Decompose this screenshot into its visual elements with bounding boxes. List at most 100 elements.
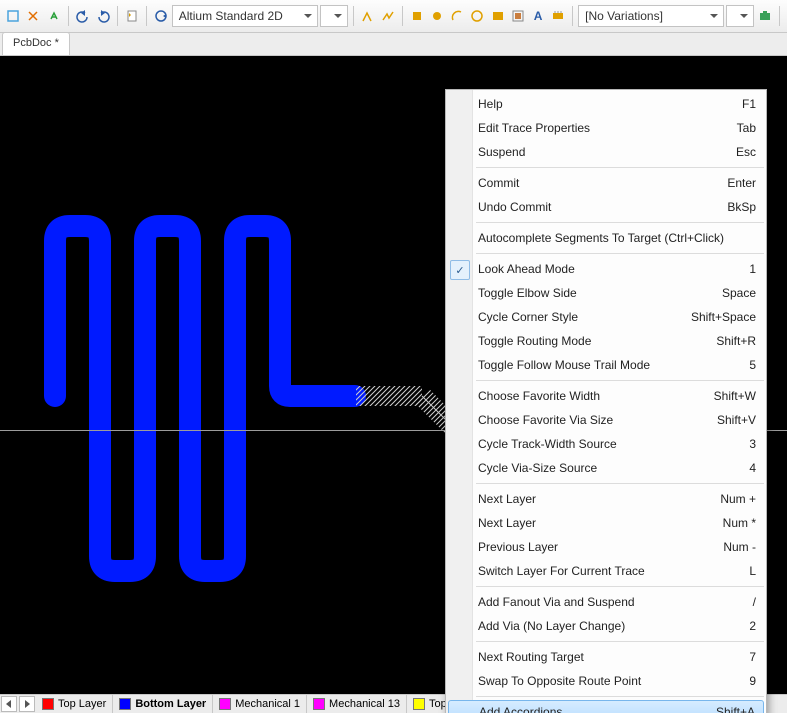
- menu-item-label: Switch Layer For Current Trace: [478, 564, 739, 578]
- menu-item[interactable]: Add AccordionsShift+A: [448, 700, 764, 713]
- layer-tab[interactable]: Mechanical 13: [307, 695, 407, 713]
- layer-tab[interactable]: Bottom Layer: [113, 695, 213, 713]
- pad-icon[interactable]: [408, 4, 426, 28]
- tool-icon[interactable]: [44, 4, 62, 28]
- variations-arrow[interactable]: [726, 5, 754, 27]
- document-tab[interactable]: PcbDoc *: [2, 32, 70, 55]
- menu-item-accelerator: 1: [739, 262, 756, 276]
- menu-item[interactable]: Next Routing Target7: [446, 645, 766, 669]
- main-toolbar: Altium Standard 2D A [No Variations]: [0, 0, 787, 33]
- routing-context-menu: HelpF1Edit Trace PropertiesTabSuspendEsc…: [445, 89, 767, 713]
- menu-item-label: Cycle Via-Size Source: [478, 461, 739, 475]
- menu-item[interactable]: Toggle Follow Mouse Trail Mode5: [446, 353, 766, 377]
- fill-icon[interactable]: [468, 4, 486, 28]
- region-icon[interactable]: [489, 4, 507, 28]
- menu-item-accelerator: L: [739, 564, 756, 578]
- via-icon[interactable]: [428, 4, 446, 28]
- menu-item-label: Cycle Corner Style: [478, 310, 681, 324]
- menu-item[interactable]: Next LayerNum +: [446, 487, 766, 511]
- menu-item-accelerator: Shift+V: [707, 413, 756, 427]
- menu-item[interactable]: Add Via (No Layer Change)2: [446, 614, 766, 638]
- layer-nav-next[interactable]: [19, 696, 35, 712]
- script-icon[interactable]: [123, 4, 141, 28]
- menu-item-accelerator: Tab: [727, 121, 756, 135]
- menu-item-accelerator: 7: [739, 650, 756, 664]
- redo-icon[interactable]: [94, 4, 112, 28]
- menu-item[interactable]: Cycle Track-Width Source3: [446, 432, 766, 456]
- tool-icon[interactable]: [4, 4, 22, 28]
- menu-item-accelerator: 4: [739, 461, 756, 475]
- menu-item[interactable]: Previous LayerNum -: [446, 535, 766, 559]
- layout-mode-dropdown[interactable]: Altium Standard 2D: [172, 5, 318, 27]
- menu-item-accelerator: Shift+A: [706, 705, 755, 713]
- menu-separator: [476, 483, 764, 484]
- menu-item-accelerator: Esc: [726, 145, 756, 159]
- menu-item[interactable]: Swap To Opposite Route Point9: [446, 669, 766, 693]
- layer-tab[interactable]: Top Layer: [36, 695, 113, 713]
- menu-item-label: Next Layer: [478, 516, 713, 530]
- layer-nav-prev[interactable]: [1, 696, 17, 712]
- menu-item-label: Cycle Track-Width Source: [478, 437, 739, 451]
- menu-item-accelerator: BkSp: [717, 200, 756, 214]
- tool-icon[interactable]: [24, 4, 42, 28]
- variations-dropdown[interactable]: [No Variations]: [578, 5, 724, 27]
- menu-item[interactable]: Cycle Corner StyleShift+Space: [446, 305, 766, 329]
- menu-item-label: Add Fanout Via and Suspend: [478, 595, 743, 609]
- text-icon[interactable]: A: [529, 4, 547, 28]
- menu-item-label: Toggle Follow Mouse Trail Mode: [478, 358, 739, 372]
- menu-item[interactable]: Choose Favorite Via SizeShift+V: [446, 408, 766, 432]
- menu-item[interactable]: CommitEnter: [446, 171, 766, 195]
- layer-swatch-icon: [313, 698, 325, 710]
- menu-item[interactable]: HelpF1: [446, 92, 766, 116]
- menu-item[interactable]: Edit Trace PropertiesTab: [446, 116, 766, 140]
- toolbar-separator: [402, 6, 403, 26]
- check-icon: ✓: [450, 260, 470, 280]
- menu-item[interactable]: ✓Look Ahead Mode1: [446, 257, 766, 281]
- layer-tab-label: Mechanical 1: [235, 698, 300, 710]
- toolbar-separator: [779, 6, 780, 26]
- arc-icon[interactable]: [448, 4, 466, 28]
- toolbar-separator: [572, 6, 573, 26]
- menu-item[interactable]: Choose Favorite WidthShift+W: [446, 384, 766, 408]
- document-tabs: PcbDoc *: [0, 33, 787, 56]
- menu-item-accelerator: Num *: [713, 516, 756, 530]
- layer-tab[interactable]: Mechanical 1: [213, 695, 307, 713]
- menu-separator: [476, 586, 764, 587]
- cycle-icon[interactable]: [152, 4, 170, 28]
- menu-separator: [476, 641, 764, 642]
- route-icon[interactable]: [379, 4, 397, 28]
- menu-separator: [476, 167, 764, 168]
- menu-item[interactable]: Toggle Routing ModeShift+R: [446, 329, 766, 353]
- menu-item[interactable]: Autocomplete Segments To Target (Ctrl+Cl…: [446, 226, 766, 250]
- snapshot-icon[interactable]: [756, 4, 774, 28]
- menu-item[interactable]: Undo CommitBkSp: [446, 195, 766, 219]
- component-icon[interactable]: [549, 4, 567, 28]
- menu-item-accelerator: Enter: [717, 176, 756, 190]
- layer-swatch-icon: [42, 698, 54, 710]
- menu-item-accelerator: Num -: [713, 540, 756, 554]
- menu-item-label: Swap To Opposite Route Point: [478, 674, 739, 688]
- menu-item[interactable]: SuspendEsc: [446, 140, 766, 164]
- menu-item-label: Choose Favorite Width: [478, 389, 704, 403]
- menu-item-accelerator: Shift+Space: [681, 310, 756, 324]
- menu-item[interactable]: Switch Layer For Current TraceL: [446, 559, 766, 583]
- menu-item[interactable]: Next LayerNum *: [446, 511, 766, 535]
- route-icon[interactable]: [358, 4, 376, 28]
- layer-swatch-icon: [119, 698, 131, 710]
- poly-icon[interactable]: [509, 4, 527, 28]
- undo-icon[interactable]: [73, 4, 91, 28]
- menu-item-label: Commit: [478, 176, 717, 190]
- toolbar-separator: [353, 6, 354, 26]
- layout-mode-arrow[interactable]: [320, 5, 348, 27]
- menu-item-accelerator: /: [743, 595, 756, 609]
- menu-item-label: Help: [478, 97, 732, 111]
- toolbar-separator: [117, 6, 118, 26]
- menu-item[interactable]: Toggle Elbow SideSpace: [446, 281, 766, 305]
- menu-item-label: Next Layer: [478, 492, 710, 506]
- menu-separator: [476, 380, 764, 381]
- menu-item-accelerator: F1: [732, 97, 756, 111]
- pcb-canvas[interactable]: HelpF1Edit Trace PropertiesTabSuspendEsc…: [0, 56, 787, 700]
- menu-item[interactable]: Cycle Via-Size Source4: [446, 456, 766, 480]
- menu-item[interactable]: Add Fanout Via and Suspend/: [446, 590, 766, 614]
- menu-item-accelerator: Space: [712, 286, 756, 300]
